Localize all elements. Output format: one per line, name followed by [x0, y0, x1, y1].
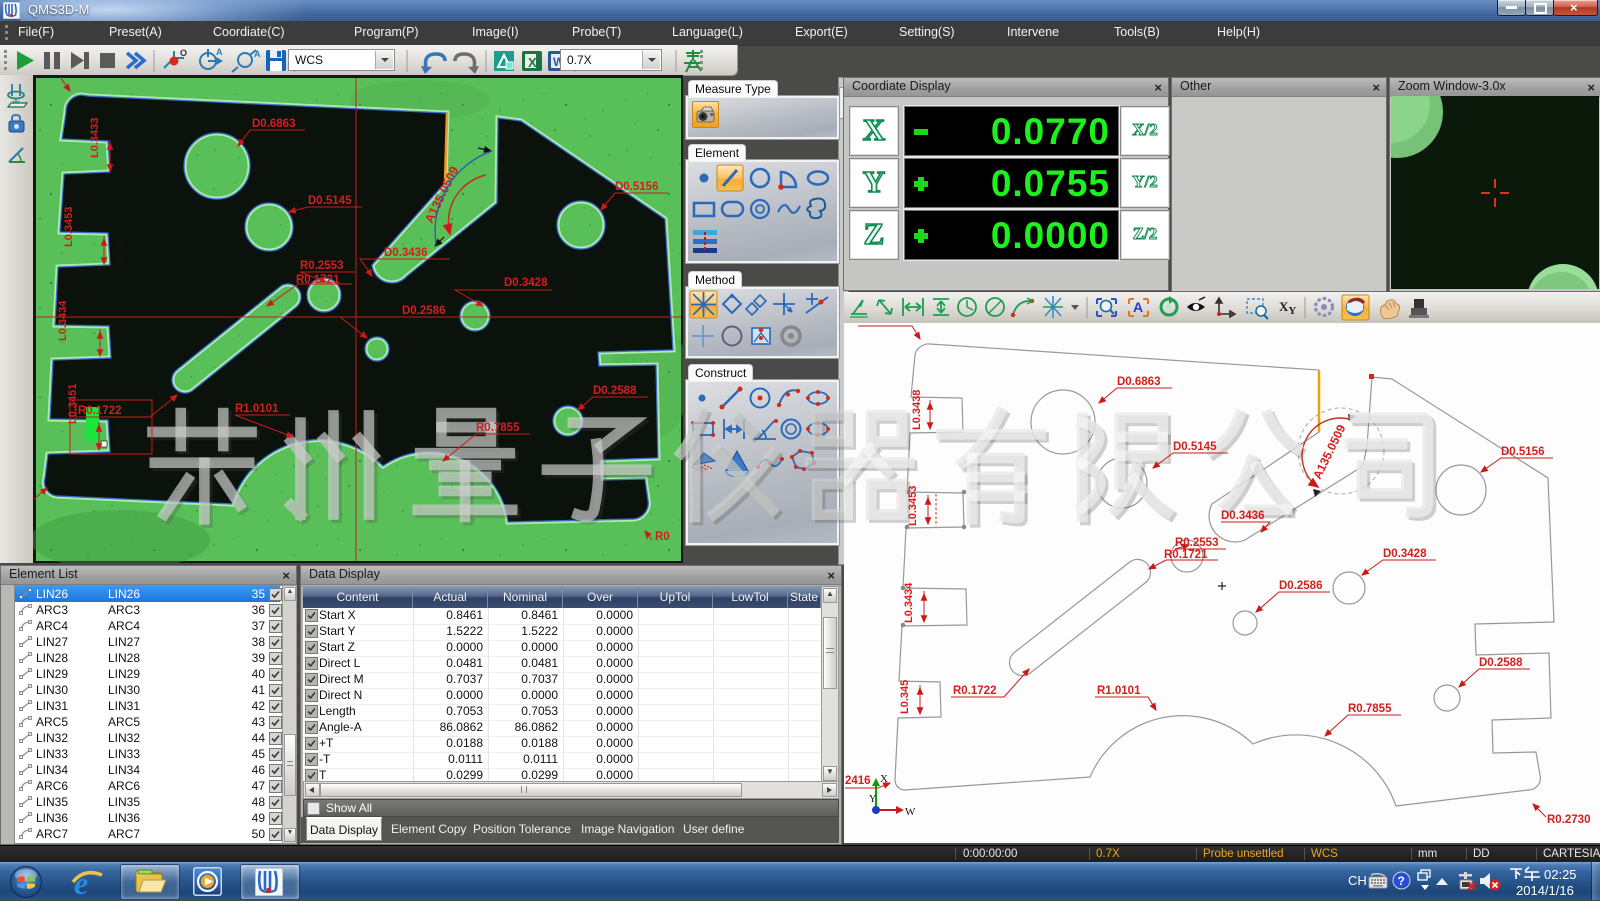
- svg-text:XY: XY: [1279, 299, 1296, 317]
- svg-text:?: ?: [1398, 874, 1405, 888]
- svg-text:R1.0101: R1.0101: [235, 403, 279, 415]
- svg-text:X: X: [528, 55, 537, 70]
- svg-text:A: A: [216, 48, 223, 57]
- svg-text:R0.7855: R0.7855: [1348, 703, 1392, 715]
- svg-text:L0.3434: L0.3434: [903, 582, 915, 623]
- svg-text:A: A: [254, 49, 261, 59]
- svg-text:D0.5145: D0.5145: [308, 195, 352, 207]
- svg-text:D0.2586: D0.2586: [402, 305, 445, 317]
- svg-text:2014/1/16: 2014/1/16: [1516, 883, 1574, 898]
- svg-text:R0.2730: R0.2730: [1547, 814, 1590, 826]
- svg-text:R0.7855: R0.7855: [476, 422, 520, 434]
- svg-text:D0.5156: D0.5156: [1501, 446, 1544, 458]
- svg-text:02:25: 02:25: [1544, 867, 1577, 882]
- svg-text:R0: R0: [655, 531, 670, 543]
- svg-text:R0.2553: R0.2553: [1175, 537, 1218, 549]
- svg-text:A: A: [1133, 299, 1143, 315]
- svg-text:R0.2553: R0.2553: [300, 260, 343, 272]
- svg-text:D0.2586: D0.2586: [1279, 580, 1322, 592]
- svg-text:D0.2588: D0.2588: [1479, 657, 1523, 669]
- svg-text:D0.5145: D0.5145: [1173, 441, 1217, 453]
- svg-text:L0.345: L0.345: [899, 680, 911, 714]
- svg-text:L0.3433: L0.3433: [89, 118, 101, 158]
- svg-text:D0.3428: D0.3428: [504, 277, 548, 289]
- svg-text:R1.0101: R1.0101: [1097, 685, 1141, 697]
- svg-text:L0.3453: L0.3453: [63, 207, 75, 247]
- svg-text:O: O: [180, 48, 187, 58]
- svg-text:A135.0509: A135.0509: [1310, 422, 1348, 481]
- svg-text:L0.3434: L0.3434: [57, 300, 69, 341]
- svg-text:D0.2588: D0.2588: [593, 385, 637, 397]
- svg-text:L0.3453: L0.3453: [907, 486, 919, 526]
- svg-text:L0.3438: L0.3438: [911, 390, 923, 430]
- svg-text:R0.1722: R0.1722: [953, 685, 996, 697]
- svg-text:R0.1721: R0.1721: [1164, 549, 1208, 561]
- svg-text:e: e: [74, 865, 88, 901]
- svg-text:A135.0509: A135.0509: [422, 164, 461, 225]
- svg-text:D0.6863: D0.6863: [252, 118, 295, 130]
- svg-text:R0.1721: R0.1721: [296, 274, 340, 286]
- svg-text:2416: 2416: [845, 775, 871, 787]
- svg-text:D0.3436: D0.3436: [384, 247, 427, 259]
- svg-text:D0.3436: D0.3436: [1221, 510, 1264, 522]
- svg-text:D0.5156: D0.5156: [615, 181, 658, 193]
- svg-text:R0.1722: R0.1722: [78, 405, 121, 417]
- svg-text:D0.6863: D0.6863: [1117, 376, 1160, 388]
- svg-text:L0.3451: L0.3451: [67, 384, 79, 424]
- svg-text:D0.3428: D0.3428: [1383, 548, 1427, 560]
